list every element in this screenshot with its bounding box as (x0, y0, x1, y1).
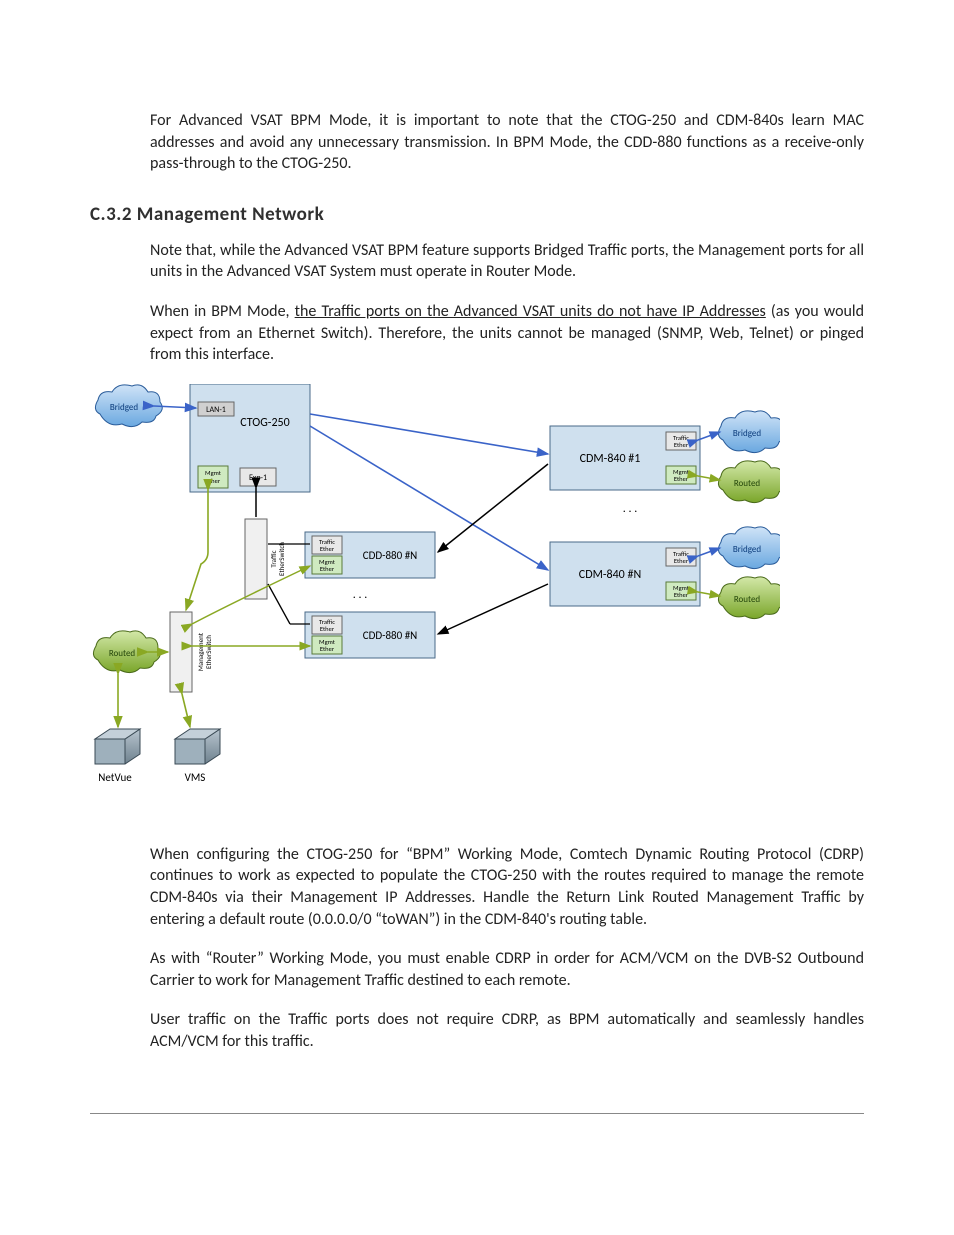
server-vms: VMS (175, 729, 220, 784)
svg-text:Ether: Ether (674, 591, 689, 599)
content-block: When configuring the CTOG-250 for “BPM” … (150, 844, 864, 1053)
link-cdm1-routed (698, 476, 720, 480)
page: For Advanced VSAT BPM Mode, it is import… (0, 0, 954, 1174)
paragraph-note: Note that, while the Advanced VSAT BPM f… (150, 240, 864, 283)
cdm840-1-box: Traffic Ether Mgmt Ether CDM-840 #1 (550, 426, 700, 490)
underlined-text: the Traffic ports on the Advanced VSAT u… (295, 302, 766, 321)
ellipsis: . . . (353, 588, 368, 602)
cloud-routed-rn: Routed (718, 577, 780, 619)
cloud-label: Bridged (110, 402, 138, 413)
paragraph-user-traffic: User traffic on the Traffic ports does n… (150, 1009, 864, 1052)
content-block: Note that, while the Advanced VSAT BPM f… (150, 240, 864, 366)
mgmt-ether-label: Mgmt (205, 469, 222, 477)
link-mgmt-mes (186, 490, 208, 610)
cdd880-a-label: CDD-880 #N (363, 549, 418, 562)
paragraph-cdrp: When configuring the CTOG-250 for “BPM” … (150, 844, 864, 930)
cdm840-n-box: Traffic Ether Mgmt Ether CDM-840 #N (550, 542, 700, 606)
cloud-routed-r1: Routed (718, 461, 780, 503)
cdm840-n-label: CDM-840 #N (579, 568, 641, 582)
footer-rule (90, 1113, 864, 1114)
svg-text:Ether: Ether (674, 557, 689, 565)
cloud-bridged-rn: Bridged (718, 527, 780, 569)
svg-text:Ether: Ether (674, 441, 689, 449)
link-cdmn-bridged (698, 548, 720, 556)
paragraph-bpm: When in BPM Mode, the Traffic ports on t… (150, 301, 864, 366)
svg-text:Ether: Ether (320, 545, 335, 553)
diagram-svg: Bridged LAN-1 CTOG-250 Mgmt Ether Exp-1 (90, 384, 780, 814)
content-block: For Advanced VSAT BPM Mode, it is import… (150, 110, 864, 175)
mgmt-etherswitch: Management EtherSwitch (170, 612, 213, 692)
server-netvue: NetVue (95, 729, 140, 784)
network-diagram: Bridged LAN-1 CTOG-250 Mgmt Ether Exp-1 (90, 384, 864, 814)
cdd880-b-label: CDD-880 #N (363, 629, 418, 642)
link-mes-vms (182, 694, 190, 727)
paragraph-router-mode: As with “Router” Working Mode, you must … (150, 948, 864, 991)
link-cdmn-routed (698, 592, 720, 596)
cloud-bridged-r1: Bridged (718, 411, 780, 453)
exp1-label: Exp-1 (249, 473, 267, 483)
svg-text:Bridged: Bridged (733, 428, 761, 439)
svg-text:Ether: Ether (206, 477, 221, 485)
ctog-label: CTOG-250 (240, 416, 289, 430)
svg-text:Routed: Routed (734, 594, 761, 605)
cloud-bridged-left: Bridged (95, 385, 162, 427)
svg-text:Routed: Routed (734, 478, 761, 489)
paragraph-intro: For Advanced VSAT BPM Mode, it is import… (150, 110, 864, 175)
svg-text:EtherSwitch: EtherSwitch (204, 634, 213, 668)
link-tes-cdd-b1 (268, 584, 290, 624)
link-cdm1-bridged (698, 432, 720, 440)
svg-text:Ether: Ether (320, 565, 335, 573)
cloud-label: Routed (109, 648, 136, 659)
svg-text:Ether: Ether (320, 625, 335, 633)
cdm840-1-label: CDM-840 #1 (580, 452, 641, 466)
vms-label: VMS (185, 771, 206, 784)
lan1-label: LAN-1 (206, 405, 226, 415)
svg-text:Bridged: Bridged (733, 544, 761, 555)
svg-text:Ether: Ether (320, 645, 335, 653)
cdd880-box-a: Traffic Ether Mgmt Ether CDD-880 #N (305, 532, 435, 578)
svg-text:Ether: Ether (674, 475, 689, 483)
svg-text:EtherSwitch: EtherSwitch (277, 541, 286, 575)
text-run: When in BPM Mode, (150, 302, 295, 321)
netvue-label: NetVue (98, 771, 132, 784)
ctog-box: LAN-1 CTOG-250 Mgmt Ether Exp-1 (190, 384, 310, 492)
link-cdm1-cdd (438, 464, 548, 552)
section-heading: C.3.2 Management Network (90, 203, 864, 226)
cdd880-box-b: Traffic Ether Mgmt Ether CDD-880 #N (305, 612, 435, 658)
ellipsis: . . . (623, 502, 638, 516)
link-cdmn-cdd (438, 584, 548, 634)
